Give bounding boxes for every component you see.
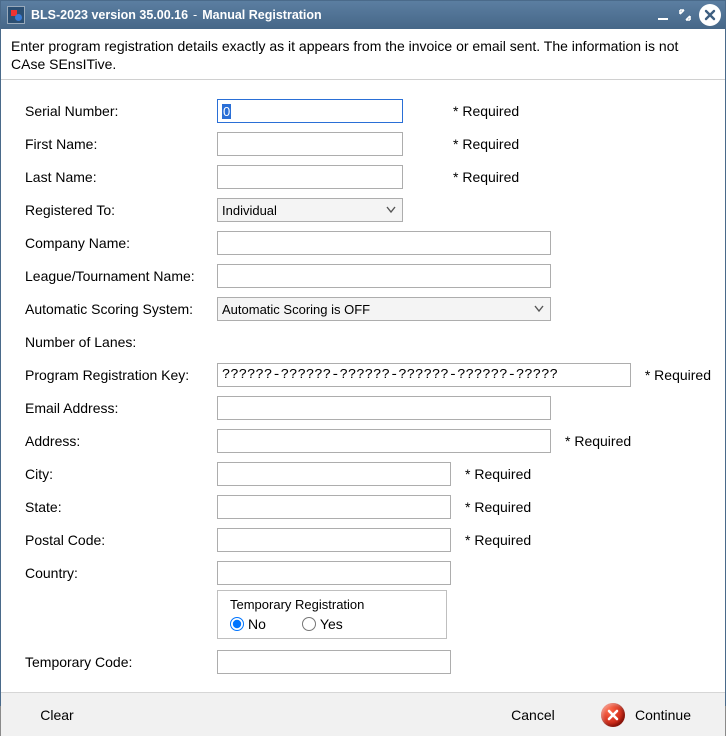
label-first-name: First Name: [25,136,217,152]
required-indicator: * Required [465,466,531,482]
temp-reg-title: Temporary Registration [230,597,434,612]
serial-number-field[interactable]: 0 [217,99,403,123]
temp-reg-yes-label: Yes [320,616,343,632]
label-address: Address: [25,433,217,449]
required-indicator: * Required [453,136,519,152]
league-name-field[interactable] [217,264,551,288]
form-area: Serial Number: 0 * Required First Name: … [1,80,725,692]
temp-reg-yes-radio[interactable] [302,617,316,631]
cancel-button[interactable]: Cancel [493,700,573,730]
city-field[interactable] [217,462,451,486]
label-reg-key: Program Registration Key: [25,367,217,383]
label-postal: Postal Code: [25,532,217,548]
clear-button[interactable]: Clear [17,700,97,730]
reg-key-field[interactable] [217,363,631,387]
close-button[interactable] [699,4,721,26]
window-subtitle: Manual Registration [202,8,321,22]
company-name-field[interactable] [217,231,551,255]
continue-button[interactable]: Continue [583,700,709,730]
titlebar: BLS-2023 version 35.00.16 - Manual Regis… [1,1,725,29]
error-circle-icon [601,703,625,727]
label-email: Email Address: [25,400,217,416]
chevron-down-icon [384,203,398,218]
required-indicator: * Required [453,169,519,185]
chevron-down-icon [532,302,546,317]
label-registered-to: Registered To: [25,202,217,218]
required-indicator: * Required [453,103,519,119]
scoring-system-value: Automatic Scoring is OFF [222,302,532,317]
label-company-name: Company Name: [25,235,217,251]
label-serial-number: Serial Number: [25,103,217,119]
temp-reg-yes-option[interactable]: Yes [302,616,343,632]
serial-number-value: 0 [222,104,231,119]
content-area: Enter program registration details exact… [1,29,725,736]
required-indicator: * Required [645,367,711,383]
window-title: BLS-2023 version 35.00.16 [31,8,188,22]
label-temp-code: Temporary Code: [25,654,217,670]
label-state: State: [25,499,217,515]
registration-window: BLS-2023 version 35.00.16 - Manual Regis… [0,0,726,706]
button-bar: Clear Cancel Continue [1,692,725,736]
label-num-lanes: Number of Lanes: [25,334,217,350]
label-league-name: League/Tournament Name: [25,268,217,284]
country-field[interactable] [217,561,451,585]
last-name-field[interactable] [217,165,403,189]
registered-to-dropdown[interactable]: Individual [217,198,403,222]
required-indicator: * Required [565,433,631,449]
close-icon [703,8,717,22]
temp-reg-no-label: No [248,616,266,632]
maximize-button[interactable] [675,5,695,25]
scoring-system-dropdown[interactable]: Automatic Scoring is OFF [217,297,551,321]
app-icon [7,6,25,24]
state-field[interactable] [217,495,451,519]
cancel-button-label: Cancel [511,707,555,723]
first-name-field[interactable] [217,132,403,156]
email-field[interactable] [217,396,551,420]
clear-button-label: Clear [40,707,73,723]
minimize-icon [656,8,670,22]
maximize-icon [678,8,692,22]
label-scoring-system: Automatic Scoring System: [25,301,217,317]
temp-reg-no-option[interactable]: No [230,616,266,632]
required-indicator: * Required [465,499,531,515]
temp-reg-no-radio[interactable] [230,617,244,631]
temporary-code-field[interactable] [217,650,451,674]
title-separator: - [193,8,197,22]
label-country: Country: [25,565,217,581]
registered-to-value: Individual [222,203,384,218]
postal-code-field[interactable] [217,528,451,552]
continue-button-label: Continue [635,707,691,723]
label-last-name: Last Name: [25,169,217,185]
instructions-text: Enter program registration details exact… [1,29,725,80]
required-indicator: * Required [465,532,531,548]
address-field[interactable] [217,429,551,453]
minimize-button[interactable] [653,5,673,25]
label-city: City: [25,466,217,482]
temporary-registration-group: Temporary Registration No Yes [217,590,447,639]
